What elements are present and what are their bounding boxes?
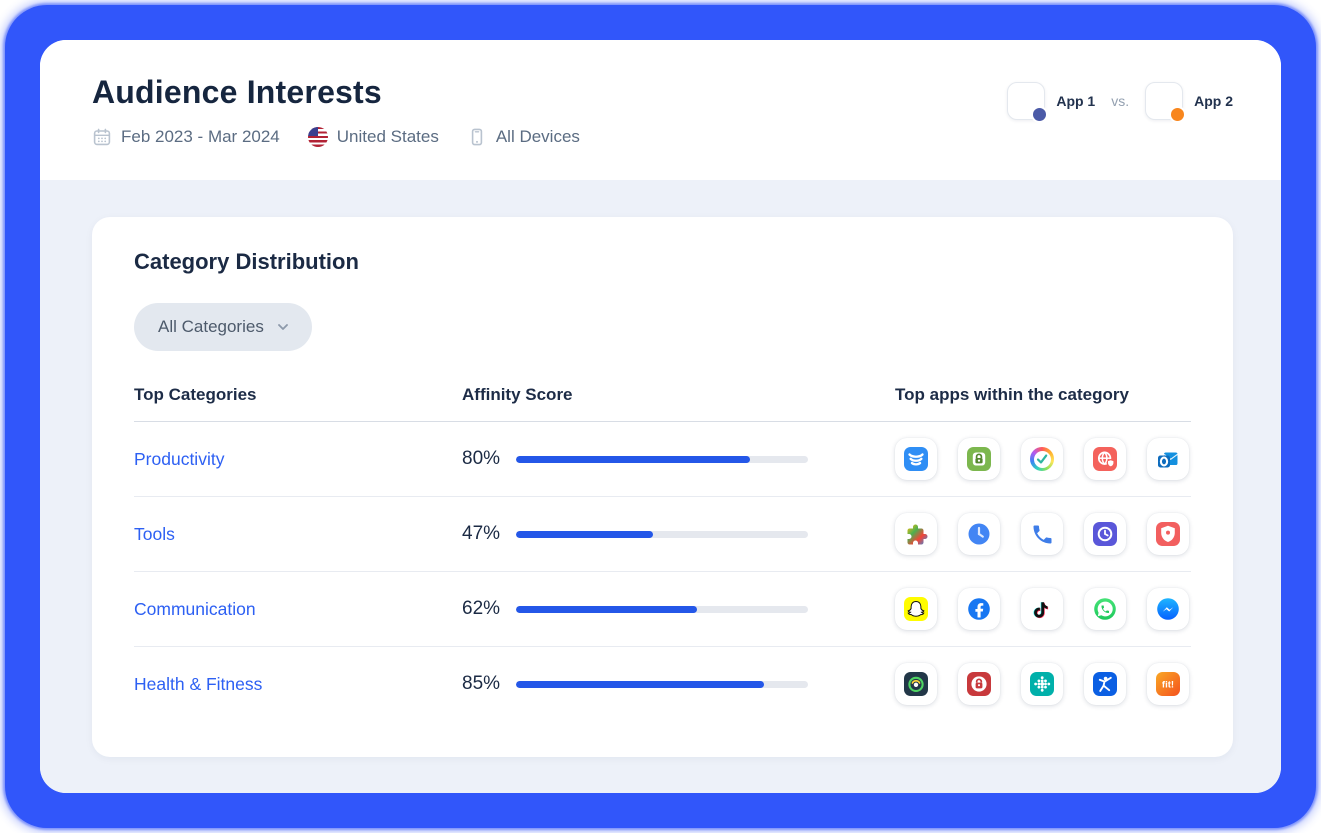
devices-label: All Devices bbox=[496, 127, 580, 147]
page-body: Category Distribution All Categories Top… bbox=[40, 180, 1281, 793]
devices: All Devices bbox=[467, 127, 580, 147]
dropdown-label: All Categories bbox=[158, 317, 264, 337]
snapchat-ghost-glyph bbox=[903, 596, 929, 622]
date-range: Feb 2023 - Mar 2024 bbox=[92, 127, 280, 147]
affinity-bar-track bbox=[516, 606, 808, 613]
country-label: United States bbox=[337, 127, 439, 147]
mobile-device-icon bbox=[467, 127, 487, 147]
rainbow-ring-glyph bbox=[1030, 447, 1054, 471]
top-apps bbox=[895, 588, 1191, 630]
header-left: Audience Interests Feb 2023 - Mar 202 bbox=[92, 74, 580, 147]
top-apps: fit! bbox=[895, 663, 1191, 705]
card-title: Category Distribution bbox=[134, 249, 1191, 275]
app1-thumbnail[interactable] bbox=[1007, 82, 1045, 120]
red-lock-glyph bbox=[966, 671, 992, 697]
google-clock-icon[interactable] bbox=[958, 513, 1000, 555]
sleep-tracker-icon[interactable] bbox=[895, 663, 937, 705]
screenshot-stage: Audience Interests Feb 2023 - Mar 202 bbox=[0, 0, 1321, 833]
messenger-icon[interactable] bbox=[1147, 588, 1189, 630]
col-top-apps: Top apps within the category bbox=[895, 385, 1191, 405]
affinity-score-value: 80% bbox=[462, 448, 508, 470]
fit-logo-glyph: fit! bbox=[1155, 671, 1181, 697]
alarm-ring-glyph bbox=[903, 671, 929, 697]
red-shield-glyph bbox=[1155, 521, 1181, 547]
clock-app-icon[interactable] bbox=[1084, 513, 1126, 555]
phone-dialer-icon[interactable] bbox=[1021, 513, 1063, 555]
tiktok-icon[interactable] bbox=[1021, 588, 1063, 630]
app-lock-glyph bbox=[966, 446, 992, 472]
puzzle-glyph bbox=[903, 521, 929, 547]
app2-label: App 2 bbox=[1194, 93, 1233, 109]
col-affinity-score: Affinity Score bbox=[462, 385, 895, 405]
all-categories-dropdown[interactable]: All Categories bbox=[134, 303, 312, 351]
category-link-tools[interactable]: Tools bbox=[134, 524, 175, 544]
affinity-bar-fill bbox=[516, 456, 750, 463]
jumping-figure-glyph bbox=[1092, 671, 1118, 697]
checkmark-glyph bbox=[1035, 452, 1049, 466]
fit-workout-icon[interactable]: fit! bbox=[1147, 663, 1189, 705]
outlook-icon[interactable] bbox=[1147, 438, 1189, 480]
affinity-bar-fill bbox=[516, 681, 764, 688]
page-header: Audience Interests Feb 2023 - Mar 202 bbox=[40, 40, 1281, 180]
app2-dot bbox=[1169, 106, 1186, 123]
affinity-score-value: 47% bbox=[462, 523, 508, 545]
task-ring-icon[interactable] bbox=[1021, 438, 1063, 480]
affinity-score-value: 62% bbox=[462, 598, 508, 620]
play-services-icon[interactable] bbox=[895, 513, 937, 555]
facebook-icon[interactable] bbox=[958, 588, 1000, 630]
table-row: Productivity 80% bbox=[134, 422, 1191, 497]
facebook-f-glyph bbox=[966, 596, 992, 622]
table-row: Communication 62% bbox=[134, 572, 1191, 647]
col-top-categories: Top Categories bbox=[134, 385, 462, 405]
table-header: Top Categories Affinity Score Top apps w… bbox=[134, 385, 1191, 422]
vs-label: vs. bbox=[1111, 93, 1129, 109]
stacked-layers-glyph bbox=[903, 446, 929, 472]
affinity-bar-track bbox=[516, 456, 808, 463]
outlook-glyph bbox=[1155, 446, 1181, 472]
us-flag-icon bbox=[308, 127, 328, 147]
table-row: Tools 47% bbox=[134, 497, 1191, 572]
chevron-down-icon bbox=[278, 324, 288, 330]
date-range-label: Feb 2023 - Mar 2024 bbox=[121, 127, 280, 147]
calendar-icon bbox=[92, 127, 112, 147]
globe-shield-glyph bbox=[1092, 446, 1118, 472]
secure-browser-icon[interactable] bbox=[1084, 438, 1126, 480]
table-row: Health & Fitness 85% bbox=[134, 647, 1191, 721]
affinity-score-value: 85% bbox=[462, 673, 508, 695]
affinity-bar-track bbox=[516, 681, 808, 688]
top-apps bbox=[895, 438, 1191, 480]
purple-clock-glyph bbox=[1092, 521, 1118, 547]
app-panel: Audience Interests Feb 2023 - Mar 202 bbox=[40, 40, 1281, 793]
country: United States bbox=[308, 127, 439, 147]
top-apps bbox=[895, 513, 1191, 555]
tiktok-note-glyph bbox=[1029, 596, 1055, 622]
snapchat-icon[interactable] bbox=[895, 588, 937, 630]
whatsapp-glyph bbox=[1092, 596, 1118, 622]
antivirus-shield-icon[interactable] bbox=[1147, 513, 1189, 555]
category-link-productivity[interactable]: Productivity bbox=[134, 449, 224, 469]
fit-logo-text: fit! bbox=[1162, 680, 1174, 691]
fitbit-dots-glyph bbox=[1029, 671, 1055, 697]
category-distribution-card: Category Distribution All Categories Top… bbox=[92, 217, 1233, 757]
whatsapp-icon[interactable] bbox=[1084, 588, 1126, 630]
app2-thumbnail[interactable] bbox=[1145, 82, 1183, 120]
affinity-bar-fill bbox=[516, 531, 653, 538]
myfitnesspal-icon[interactable] bbox=[1084, 663, 1126, 705]
category-link-communication[interactable]: Communication bbox=[134, 599, 256, 619]
messenger-bolt-glyph bbox=[1155, 596, 1181, 622]
phone-handset-glyph bbox=[1029, 521, 1055, 547]
category-link-health-fitness[interactable]: Health & Fitness bbox=[134, 674, 262, 694]
fitbit-icon[interactable] bbox=[1021, 663, 1063, 705]
app1-dot bbox=[1031, 106, 1048, 123]
affinity-bar-fill bbox=[516, 606, 697, 613]
report-meta: Feb 2023 - Mar 2024 United States All De… bbox=[92, 127, 580, 147]
period-tracker-icon[interactable] bbox=[958, 663, 1000, 705]
page-title: Audience Interests bbox=[92, 74, 580, 111]
blue-clock-glyph bbox=[966, 521, 992, 547]
app-comparison: App 1 vs. App 2 bbox=[1007, 82, 1233, 120]
app-lock-icon[interactable] bbox=[958, 438, 1000, 480]
app1-label: App 1 bbox=[1056, 93, 1095, 109]
affinity-bar-track bbox=[516, 531, 808, 538]
stacked-layers-app-icon[interactable] bbox=[895, 438, 937, 480]
